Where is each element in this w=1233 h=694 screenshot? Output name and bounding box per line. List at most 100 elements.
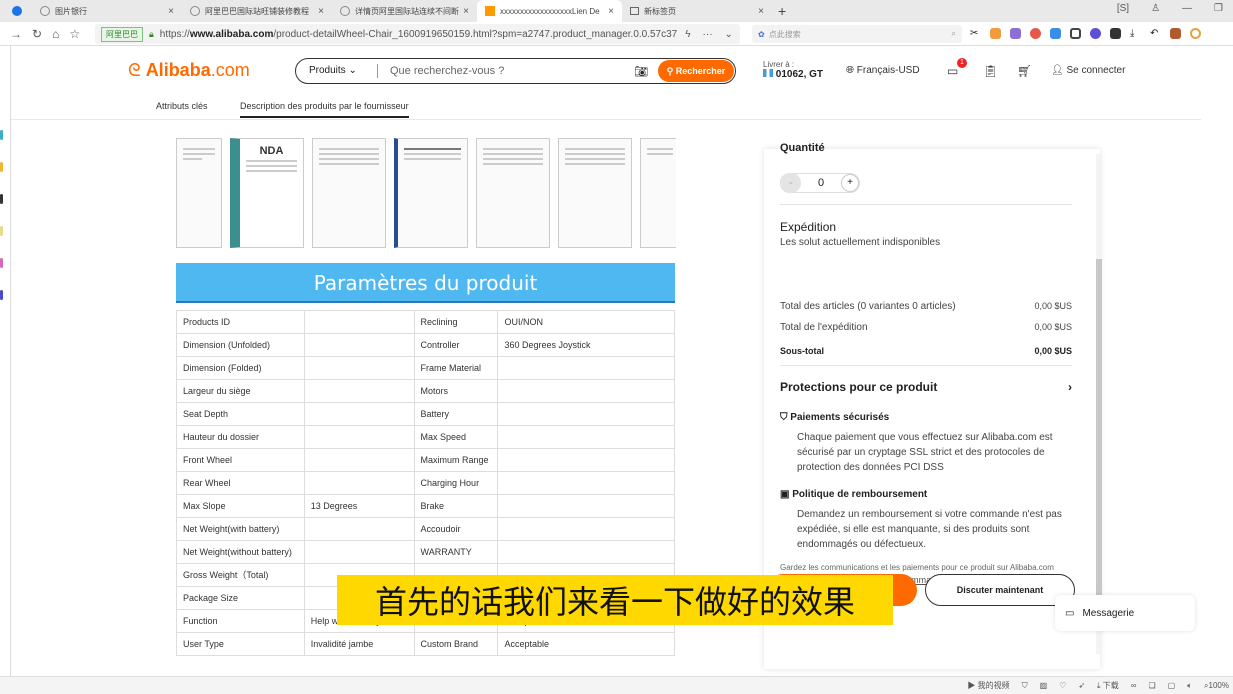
params-cell: Rear Wheel xyxy=(176,471,305,495)
deliver-to[interactable]: Livrer à : 01062, GT xyxy=(763,60,823,80)
weibo-icon[interactable] xyxy=(1030,28,1041,39)
app-icon[interactable] xyxy=(1010,28,1021,39)
game-icon[interactable] xyxy=(990,28,1001,39)
zoom-level[interactable]: ⌕100% xyxy=(1204,681,1229,691)
mail-icon[interactable] xyxy=(1050,28,1061,39)
my-videos[interactable]: ▶ 我的视频 xyxy=(967,680,1009,691)
sidebar-app-icon[interactable] xyxy=(0,194,3,204)
params-cell: Largeur du siège xyxy=(176,379,305,403)
close-tab-icon[interactable]: × xyxy=(463,6,469,17)
language-selector[interactable]: 🌐︎ Français-USD xyxy=(846,65,920,76)
certificate-image[interactable] xyxy=(558,138,632,248)
quantity-value[interactable]: 0 xyxy=(818,177,824,189)
minimize-icon[interactable]: — xyxy=(1182,3,1192,14)
browser-tab[interactable]: 阿里巴巴国际站旺铺装修教程 × xyxy=(182,0,332,22)
sidebar-app-icon[interactable] xyxy=(0,130,3,140)
camera-search-icon[interactable]: 📷︎ xyxy=(634,65,648,78)
window-icon[interactable]: ▢ xyxy=(1168,681,1176,690)
params-cell xyxy=(497,471,675,495)
sidebar-app-icon[interactable] xyxy=(0,258,3,268)
lightning-icon[interactable]: ϟ xyxy=(685,29,690,40)
certificate-image[interactable] xyxy=(176,138,222,248)
close-tab-icon[interactable]: × xyxy=(318,6,324,17)
side-search-input[interactable]: ✿ 点此搜索 ⌕ xyxy=(752,25,962,43)
url-text[interactable]: https://www.alibaba.com/product-detailWh… xyxy=(160,29,677,40)
panel-scrollbar[interactable] xyxy=(1096,154,1102,654)
download-link[interactable]: ⤓ 下载 xyxy=(1097,680,1119,691)
messagerie-button[interactable]: ▭ Messagerie xyxy=(1055,595,1195,631)
address-bar[interactable]: 阿里巴巴 🔒︎ https://www.alibaba.com/product-… xyxy=(95,24,740,44)
heart-icon[interactable]: ♡ xyxy=(1059,681,1066,690)
params-cell xyxy=(303,333,415,357)
increment-button[interactable]: + xyxy=(841,174,859,192)
more-icon[interactable]: ··· xyxy=(703,29,713,40)
close-tab-icon[interactable]: × xyxy=(758,6,764,17)
forward-icon[interactable]: → xyxy=(10,27,22,41)
download-icon[interactable]: ⤓ xyxy=(1130,28,1141,39)
certificate-image[interactable] xyxy=(476,138,550,248)
browser-tab[interactable]: 详情页阿里国际站连续不间断 × xyxy=(332,0,477,22)
search-button[interactable]: ⚲ Rechercher xyxy=(658,60,734,82)
decrement-button[interactable]: - xyxy=(781,173,801,193)
browser-tab[interactable]: 新标签页 × xyxy=(622,0,772,22)
signin-link[interactable]: 👤︎ Se connecter xyxy=(1051,65,1125,76)
certificate-image[interactable] xyxy=(640,138,676,248)
close-tab-icon[interactable]: × xyxy=(608,6,614,17)
s-icon[interactable]: [S] xyxy=(1117,3,1129,14)
new-tab-button[interactable]: + xyxy=(778,3,786,19)
briefcase-icon[interactable] xyxy=(1170,28,1181,39)
messages-icon[interactable]: ▭ xyxy=(947,64,958,78)
cart-icon[interactable]: 🛒︎ xyxy=(1017,64,1032,78)
protections-row[interactable]: Protections pour ce produit › xyxy=(780,380,1072,394)
search-icon[interactable]: ⌕ xyxy=(952,29,956,39)
globe-icon xyxy=(40,6,50,16)
certificate-image[interactable] xyxy=(312,138,386,248)
browser-tab[interactable]: 图片银行 × xyxy=(32,0,182,22)
orders-icon[interactable]: 📋︎ xyxy=(983,64,998,78)
params-cell xyxy=(303,379,415,403)
image-icon[interactable]: ▨ xyxy=(1040,681,1048,690)
search-category-select[interactable]: Produits ⌄ xyxy=(296,64,378,78)
window-controls: [S] ♙ — ❐ xyxy=(1117,3,1223,14)
chat-now-button[interactable]: Discuter maintenant xyxy=(925,574,1075,606)
scrollbar-thumb[interactable] xyxy=(1096,259,1102,614)
sidebar-app-icon[interactable] xyxy=(0,226,3,236)
bot-icon[interactable] xyxy=(1090,28,1101,39)
profile-icon[interactable] xyxy=(1190,28,1201,39)
favorites-icon[interactable]: ☆ xyxy=(69,27,80,41)
puzzle-icon[interactable] xyxy=(1110,28,1121,39)
sidebar-app-icon[interactable] xyxy=(0,162,3,172)
params-cell: Dimension (Unfolded) xyxy=(176,333,305,357)
flag-icon xyxy=(763,69,773,77)
sidebar-app-icon[interactable] xyxy=(0,290,3,300)
rocket-icon[interactable]: ➶ xyxy=(1078,681,1085,690)
chevron-down-icon[interactable]: ⌄ xyxy=(725,29,733,40)
quantity-stepper[interactable]: - 0 + xyxy=(780,173,860,193)
params-row: Largeur du siège Motors xyxy=(176,379,675,403)
reader-icon[interactable] xyxy=(1070,28,1081,39)
search-input[interactable]: Que recherchez-vous ? xyxy=(390,65,634,77)
params-cell: Battery xyxy=(413,402,499,426)
sound-icon[interactable]: 🔈︎ xyxy=(1187,681,1192,691)
glasses-icon[interactable]: ∞ xyxy=(1131,681,1137,690)
close-tab-icon[interactable]: × xyxy=(168,6,174,17)
params-cell: OUI/NON xyxy=(497,310,675,334)
params-cell: Accoudoir xyxy=(413,517,499,541)
alibaba-logo[interactable]: ᘓ Alibaba.com xyxy=(128,60,250,81)
copy-icon[interactable]: ❏ xyxy=(1149,681,1156,690)
tab-key-attributes[interactable]: Attributs clés xyxy=(156,101,208,111)
globe-icon xyxy=(340,6,350,16)
restore-icon[interactable]: ❐ xyxy=(1214,3,1223,14)
tab-supplier-description[interactable]: Description des produits par le fourniss… xyxy=(240,101,409,118)
home-icon[interactable]: ⌂ xyxy=(52,27,59,41)
divider xyxy=(780,365,1072,366)
undo-icon[interactable]: ↶ xyxy=(1150,28,1161,39)
shirt-icon[interactable]: ♙ xyxy=(1151,3,1160,14)
scissors-icon[interactable]: ✂ xyxy=(970,28,981,39)
certificate-image[interactable] xyxy=(394,138,468,248)
certificate-image[interactable]: NDA xyxy=(230,138,304,248)
browser-tab-active[interactable]: xxxxxxxxxxxxxxxxxxLien De × xyxy=(477,0,622,22)
reload-icon[interactable]: ↻ xyxy=(32,27,42,41)
shield-icon[interactable]: ⛉ xyxy=(1022,681,1028,691)
alibaba-favicon-icon xyxy=(485,6,495,16)
